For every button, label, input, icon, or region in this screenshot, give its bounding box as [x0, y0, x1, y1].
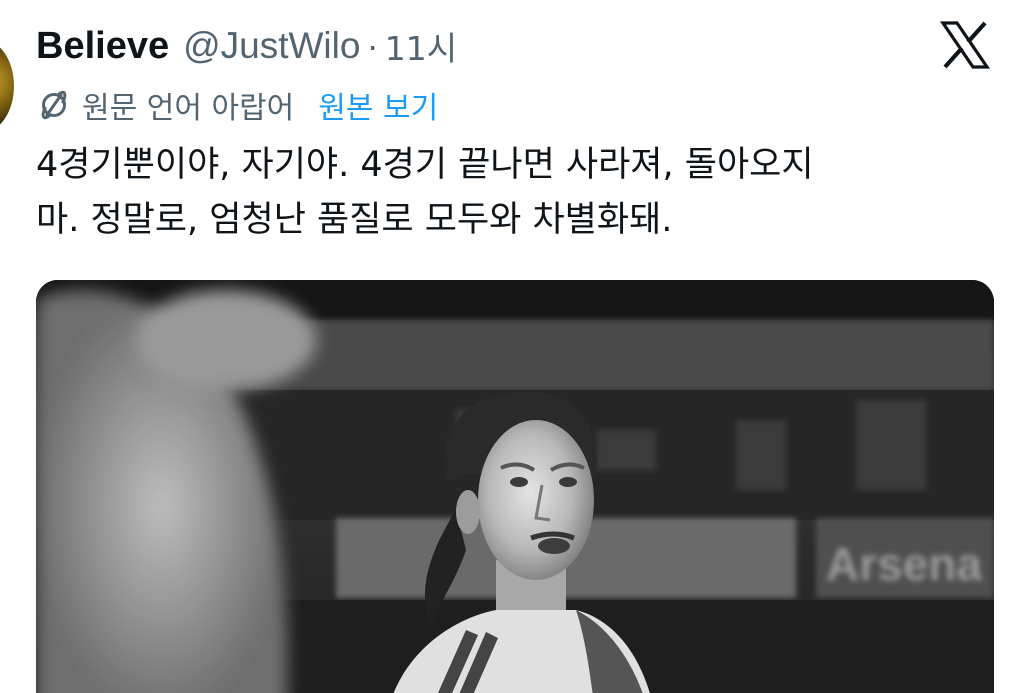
- x-logo-icon[interactable]: [939, 20, 991, 70]
- timestamp[interactable]: 11시: [385, 22, 457, 70]
- tweet-text: 4경기뿐이야, 자기야. 4경기 끝나면 사라져, 돌아오지 마. 정말로, 엄…: [36, 138, 986, 248]
- tweet-photo[interactable]: Arsena: [36, 280, 994, 693]
- show-original-link[interactable]: 원본 보기: [318, 83, 438, 127]
- tweet-text-line: 마. 정말로, 엄청난 품질로 모두와 차별화돼.: [36, 200, 673, 240]
- translate-icon: [36, 87, 72, 123]
- tweet-text-line: 4경기뿐이야, 자기야. 4경기 끝나면 사라져, 돌아오지: [36, 145, 814, 185]
- translation-notice: 원문 언어 아랍어 원본 보기: [36, 82, 438, 128]
- tweet-header: Believe @JustWilo · 11시: [36, 22, 457, 70]
- display-name[interactable]: Believe: [36, 25, 169, 68]
- signboard-text: Arsena: [826, 538, 982, 590]
- translation-label: 원문 언어 아랍어: [82, 91, 295, 126]
- avatar[interactable]: [0, 40, 14, 132]
- user-handle[interactable]: @JustWilo: [183, 25, 360, 67]
- tweet-card: Believe @JustWilo · 11시 원문 언어 아랍어 원본 보기 …: [0, 0, 1022, 693]
- separator-dot: ·: [366, 25, 379, 66]
